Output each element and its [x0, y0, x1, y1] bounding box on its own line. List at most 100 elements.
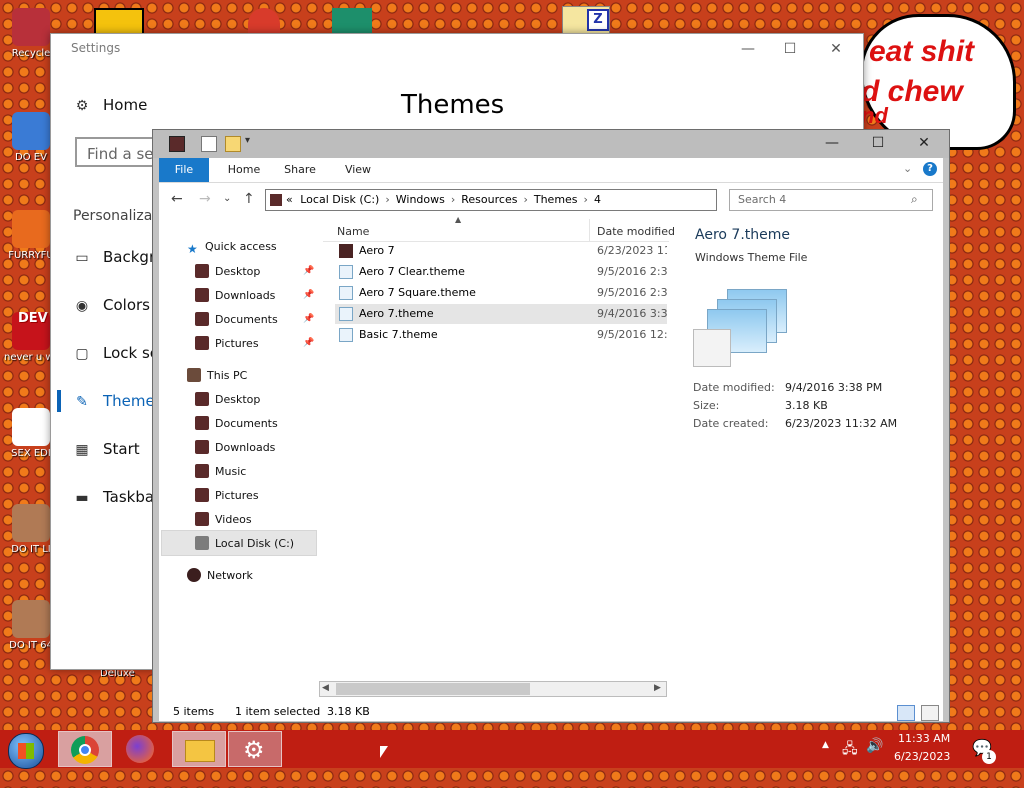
taskbar-settings[interactable]: ⚙	[228, 731, 282, 767]
pin-icon: 📌	[303, 290, 315, 300]
show-hidden-icons[interactable]: ▲	[822, 740, 829, 778]
clock-date[interactable]: 6/23/2023	[894, 750, 950, 788]
nav-lock-screen[interactable]: ▢ Lock sc	[73, 344, 158, 362]
nav-pc-downloads[interactable]: Downloads	[195, 440, 275, 454]
file-row[interactable]: Aero 7 Clear.theme 9/5/2016 2:33	[335, 262, 667, 282]
pictures-icon	[195, 488, 209, 502]
status-item-count: 5 items	[173, 705, 215, 718]
nav-quick-access[interactable]: ★ Quick access	[187, 240, 277, 256]
bubble-line-3: nd	[861, 103, 888, 128]
crumb-local-disk[interactable]: Local Disk (C:)	[300, 193, 379, 206]
up-arrow-icon[interactable]: ↑	[243, 191, 255, 207]
gear-icon: ⚙	[75, 98, 89, 114]
nav-local-disk[interactable]: Local Disk (C:)	[195, 536, 294, 550]
column-date-modified[interactable]: Date modified	[597, 225, 675, 238]
details-filetype: Windows Theme File	[695, 251, 808, 264]
desktop-icon-image	[12, 600, 50, 638]
nav-this-pc[interactable]: This PC	[187, 368, 247, 382]
monitor-icon: ▢	[75, 346, 89, 362]
nav-taskbar[interactable]: ▬ Taskba	[73, 488, 154, 506]
brush-icon: ✎	[76, 394, 88, 410]
taskbar-firefox[interactable]	[114, 731, 168, 767]
ribbon-expand-icon[interactable]: ⌄	[903, 162, 912, 175]
address-overflow[interactable]: «	[286, 193, 293, 206]
file-row[interactable]: Aero 7.theme 9/4/2016 3:38	[335, 304, 667, 324]
nav-themes[interactable]: ✎ Theme	[73, 392, 155, 410]
details-size-label: Size:	[693, 399, 720, 412]
crumb-windows[interactable]: Windows	[396, 193, 445, 206]
nav-start[interactable]: ▦ Start	[73, 440, 139, 458]
picture-icon: ▭	[75, 250, 89, 266]
nav-qa-desktop[interactable]: Desktop	[195, 264, 260, 278]
new-folder-icon[interactable]	[225, 136, 241, 152]
crumb-4[interactable]: 4	[594, 193, 601, 206]
horizontal-scrollbar[interactable]: ◀ ▶	[319, 681, 667, 697]
explorer-titlebar: ▾ — ☐ ✕	[153, 130, 949, 158]
scroll-left-icon[interactable]: ◀	[322, 683, 329, 693]
crumb-themes[interactable]: Themes	[534, 193, 578, 206]
nav-background[interactable]: ▭ Backgro	[73, 248, 164, 266]
nav-colors[interactable]: ◉ Colors	[73, 296, 150, 314]
tab-share[interactable]: Share	[277, 158, 323, 182]
details-filename: Aero 7.theme	[695, 227, 790, 243]
app-icon-publisher[interactable]	[332, 8, 372, 34]
help-icon[interactable]: ?	[923, 162, 937, 176]
settings-maximize-button[interactable]: ☐	[767, 36, 813, 62]
file-name: Aero 7 Square.theme	[359, 286, 476, 299]
large-icons-view-icon[interactable]	[921, 705, 939, 721]
nav-qa-documents[interactable]: Documents	[195, 312, 278, 326]
file-row[interactable]: Aero 7 Square.theme 9/5/2016 2:33	[335, 283, 667, 303]
tab-home[interactable]: Home	[221, 158, 267, 182]
customize-toolbar-icon[interactable]: ▾	[245, 135, 250, 146]
explorer-minimize-button[interactable]: —	[811, 132, 853, 154]
taskbar-file-explorer[interactable]	[172, 731, 226, 767]
app-icon-chrome-shape[interactable]	[248, 8, 280, 34]
details-view-icon[interactable]	[897, 705, 915, 721]
crumb-resources[interactable]: Resources	[461, 193, 517, 206]
nav-pc-documents[interactable]: Documents	[195, 416, 278, 430]
tab-file[interactable]: File	[159, 158, 209, 182]
star-icon: ★	[187, 242, 198, 256]
start-button[interactable]	[8, 733, 44, 769]
pin-icon: 📌	[303, 314, 315, 324]
settings-close-button[interactable]: ✕	[813, 36, 859, 62]
drive-icon	[195, 536, 209, 550]
pin-icon: 📌	[303, 338, 315, 348]
theme-file-icon	[339, 286, 353, 300]
recent-locations-icon[interactable]: ⌄	[223, 193, 231, 204]
forward-arrow-icon[interactable]: →	[199, 191, 211, 207]
location-icon	[270, 194, 282, 206]
desktop-icon	[195, 392, 209, 406]
scroll-right-icon[interactable]: ▶	[654, 683, 661, 693]
nav-qa-pictures[interactable]: Pictures	[195, 336, 259, 350]
column-divider[interactable]	[589, 219, 590, 241]
details-modified-label: Date modified:	[693, 381, 775, 394]
app-icon-zip[interactable]: Z	[562, 6, 610, 36]
network-tray-icon[interactable]: 🖧	[842, 738, 858, 776]
nav-qa-downloads[interactable]: Downloads	[195, 288, 275, 302]
column-name[interactable]: Name	[337, 225, 369, 238]
file-row[interactable]: Basic 7.theme 9/5/2016 12:5	[335, 325, 667, 345]
search-input[interactable]: Search 4	[729, 189, 933, 211]
videos-icon	[195, 512, 209, 526]
settings-home-link[interactable]: ⚙ Home	[73, 96, 148, 114]
back-arrow-icon[interactable]: ←	[171, 191, 183, 207]
nav-pc-music[interactable]: Music	[195, 464, 246, 478]
scroll-thumb[interactable]	[336, 683, 530, 695]
tab-view[interactable]: View	[335, 158, 381, 182]
taskbar-chrome[interactable]	[58, 731, 112, 767]
settings-minimize-button[interactable]: —	[725, 36, 771, 62]
file-date: 9/5/2016 2:33	[597, 265, 667, 278]
nav-pc-desktop[interactable]: Desktop	[195, 392, 260, 406]
file-row[interactable]: Aero 7 6/23/2023 11:	[335, 241, 667, 261]
explorer-maximize-button[interactable]: ☐	[857, 132, 899, 154]
properties-icon[interactable]	[201, 136, 217, 152]
address-row: ← → ⌄ ↑ « Local Disk (C:) › Windows › Resour…	[159, 183, 943, 217]
nav-pc-videos[interactable]: Videos	[195, 512, 252, 526]
nav-pc-pictures[interactable]: Pictures	[195, 488, 259, 502]
volume-icon[interactable]: 🔊	[866, 738, 883, 776]
explorer-close-button[interactable]: ✕	[903, 132, 945, 154]
nav-network[interactable]: Network	[187, 568, 253, 582]
details-created-value: 6/23/2023 11:32 AM	[785, 417, 898, 430]
address-bar[interactable]: « Local Disk (C:) › Windows › Resources › Them…	[265, 189, 717, 211]
